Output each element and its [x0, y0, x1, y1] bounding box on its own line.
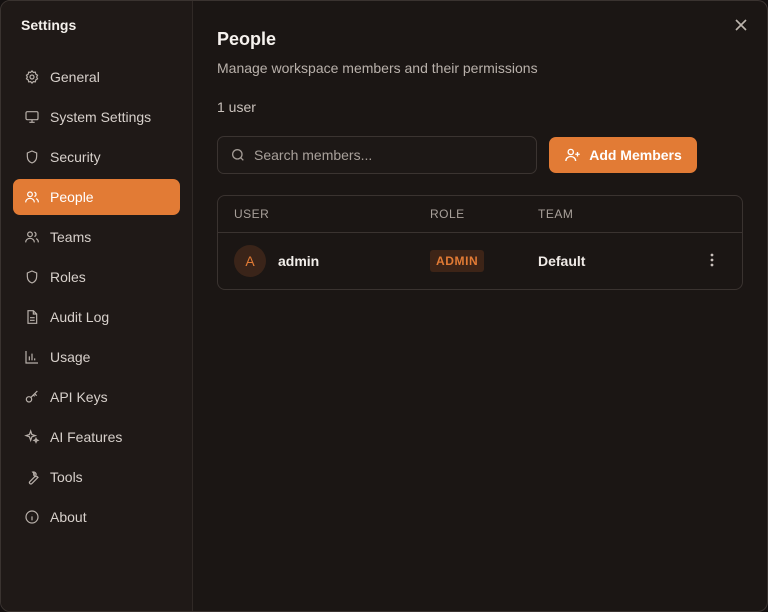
people-panel: People Manage workspace members and thei… — [193, 1, 767, 611]
monitor-icon — [23, 108, 41, 126]
role-cell: ADMIN — [430, 250, 538, 272]
bar-chart-icon — [23, 348, 41, 366]
header-role: ROLE — [430, 207, 465, 221]
shield-icon — [23, 268, 41, 286]
sidebar-item-label: AI Features — [50, 429, 123, 445]
sidebar-item-label: Tools — [50, 469, 83, 485]
user-name: admin — [278, 253, 320, 269]
team-cell: Default — [538, 253, 586, 269]
sidebar-item-about[interactable]: About — [13, 499, 180, 535]
more-options-button[interactable] — [706, 252, 718, 270]
sidebar-item-label: Teams — [50, 229, 92, 245]
header-user: USER — [234, 207, 270, 221]
sidebar-item-label: General — [50, 69, 100, 85]
sidebar-item-label: People — [50, 189, 94, 205]
sidebar-item-label: Roles — [50, 269, 86, 285]
page-title: People — [217, 29, 277, 49]
close-icon — [735, 18, 747, 36]
add-members-label: Add Members — [589, 147, 682, 163]
header-team: TEAM — [538, 207, 574, 221]
table-row[interactable]: A admin ADMIN Default — [218, 233, 742, 289]
gear-icon — [23, 68, 41, 86]
document-icon — [23, 308, 41, 326]
sidebar-item-label: Audit Log — [50, 309, 110, 325]
sidebar-item-security[interactable]: Security — [13, 139, 180, 175]
close-button[interactable] — [733, 19, 749, 35]
role-badge: ADMIN — [430, 250, 485, 272]
wrench-icon — [23, 468, 41, 486]
sparkles-icon — [23, 428, 41, 446]
search-box — [217, 136, 537, 174]
key-icon — [23, 388, 41, 406]
sidebar-item-label: API Keys — [50, 389, 108, 405]
info-icon — [23, 508, 41, 526]
sidebar-item-general[interactable]: General — [13, 59, 180, 95]
avatar: A — [234, 245, 266, 277]
user-plus-icon — [564, 146, 582, 164]
shield-icon — [23, 148, 41, 166]
table-header: USER ROLE TEAM — [218, 196, 742, 233]
user-cell: A admin — [234, 245, 430, 277]
sidebar-item-usage[interactable]: Usage — [13, 339, 180, 375]
sidebar-item-label: About — [50, 509, 87, 525]
search-input[interactable] — [254, 147, 524, 163]
teams-icon — [23, 228, 41, 246]
more-vertical-icon — [710, 252, 714, 270]
search-icon — [230, 147, 246, 163]
sidebar-item-ai-features[interactable]: AI Features — [13, 419, 180, 455]
sidebar-item-system-settings[interactable]: System Settings — [13, 99, 180, 135]
sidebar-item-label: Usage — [50, 349, 91, 365]
sidebar-title: Settings — [21, 17, 77, 33]
page-subtitle: Manage workspace members and their permi… — [217, 60, 538, 76]
sidebar-item-tools[interactable]: Tools — [13, 459, 180, 495]
sidebar-nav: General System Settings Security People — [13, 59, 180, 535]
sidebar-item-api-keys[interactable]: API Keys — [13, 379, 180, 415]
sidebar-item-roles[interactable]: Roles — [13, 259, 180, 295]
sidebar-item-audit-log[interactable]: Audit Log — [13, 299, 180, 335]
settings-window: Settings General System Settings Securit… — [0, 0, 768, 612]
sidebar-item-teams[interactable]: Teams — [13, 219, 180, 255]
people-icon — [23, 188, 41, 206]
sidebar-item-label: System Settings — [50, 109, 152, 125]
sidebar-item-label: Security — [50, 149, 101, 165]
members-table: USER ROLE TEAM A admin ADMIN Default — [217, 195, 743, 290]
settings-sidebar: Settings General System Settings Securit… — [1, 1, 193, 611]
member-count: 1 user — [217, 99, 256, 115]
add-members-button[interactable]: Add Members — [549, 137, 697, 173]
sidebar-item-people[interactable]: People — [13, 179, 180, 215]
toolbar: Add Members — [217, 136, 743, 174]
